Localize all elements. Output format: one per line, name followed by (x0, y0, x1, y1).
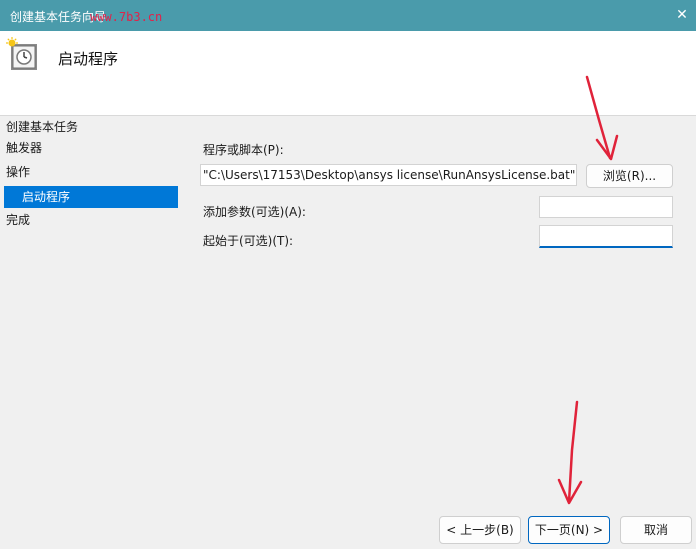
step-start-program: 启动程序 (4, 186, 178, 208)
next-button[interactable]: 下一页(N) > (528, 516, 610, 544)
annotation-arrow-next (557, 400, 583, 505)
arguments-input[interactable] (539, 196, 673, 218)
close-icon[interactable]: ✕ (672, 5, 692, 25)
cancel-button[interactable]: 取消 (620, 516, 692, 544)
wizard-header: 启动程序 (0, 31, 696, 116)
step-finish: 完成 (6, 213, 31, 227)
watermark-text: www.7b3.cn (90, 10, 163, 24)
clock-task-icon (6, 37, 37, 70)
back-button[interactable]: < 上一步(B) (439, 516, 521, 544)
step-action: 操作 (6, 165, 31, 179)
browse-button[interactable]: 浏览(R)... (586, 164, 673, 188)
step-create-basic-task: 创建基本任务 (6, 120, 79, 134)
program-script-input[interactable]: "C:\Users\17153\Desktop\ansys license\Ru… (200, 164, 577, 186)
start-in-input[interactable] (539, 225, 673, 248)
step-trigger: 触发器 (6, 141, 43, 155)
title-bar: 创建基本任务向导 www.7b3.cn ✕ (0, 0, 696, 31)
page-heading: 启动程序 (58, 50, 119, 68)
arguments-label: 添加参数(可选)(A): (203, 205, 306, 219)
start-in-label: 起始于(可选)(T): (203, 234, 294, 248)
program-script-label: 程序或脚本(P): (203, 143, 284, 157)
